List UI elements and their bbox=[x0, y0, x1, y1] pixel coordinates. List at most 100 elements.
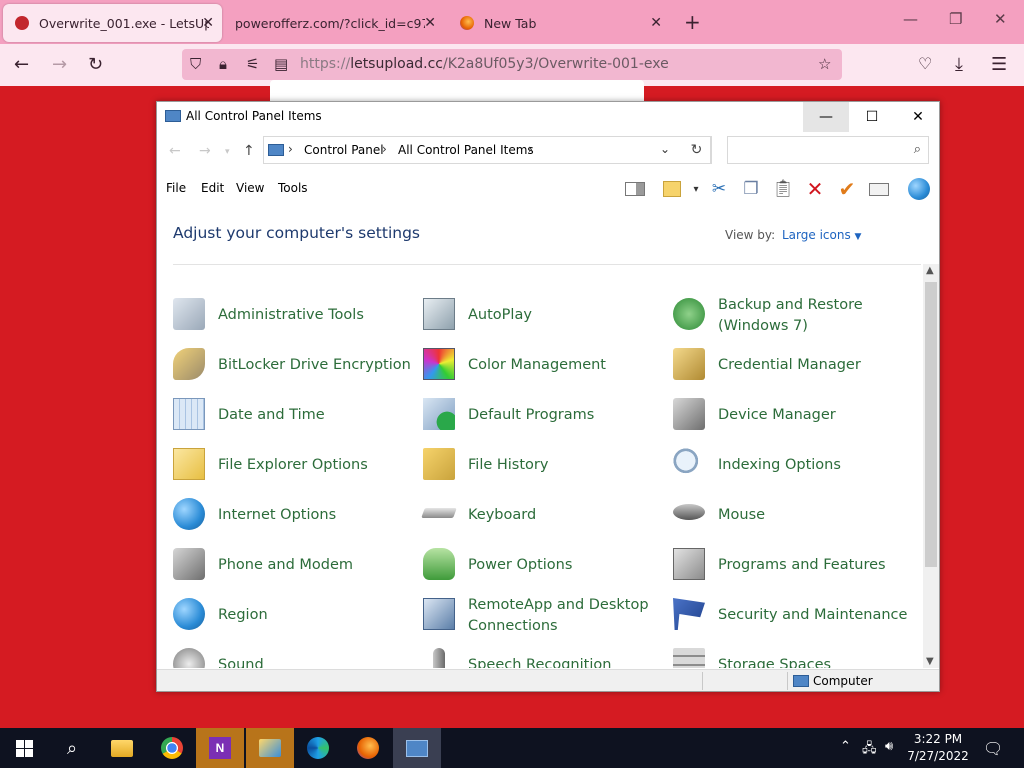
item-power-options[interactable]: Power Options bbox=[423, 544, 668, 588]
menu-tools[interactable]: Tools bbox=[278, 181, 308, 195]
taskbar-control-panel[interactable] bbox=[393, 728, 441, 768]
volume-icon[interactable]: 🔊︎ bbox=[885, 739, 893, 754]
item-sound[interactable]: Sound bbox=[173, 644, 418, 668]
breadcrumb-control-panel[interactable]: Control Panel bbox=[304, 143, 384, 157]
taskbar-clock[interactable]: 3:22 PM 7/27/2022 bbox=[900, 731, 976, 765]
folder-options-dropdown-icon[interactable]: ▾ bbox=[690, 179, 702, 199]
item-administrative-tools[interactable]: Administrative Tools bbox=[173, 294, 418, 338]
taskbar-edge[interactable] bbox=[294, 728, 342, 768]
folder-options-icon[interactable] bbox=[661, 179, 683, 199]
item-security-and-maintenance[interactable]: Security and Maintenance bbox=[673, 594, 918, 638]
browser-close-button[interactable]: ✕ bbox=[994, 10, 1007, 28]
address-dropdown-icon[interactable]: ⌄ bbox=[660, 142, 670, 156]
view-by-dropdown[interactable]: Large icons ▼ bbox=[782, 228, 861, 242]
action-center-icon[interactable]: 🗨︎ bbox=[983, 739, 1003, 758]
breadcrumb-separator-icon[interactable]: › bbox=[528, 142, 533, 156]
breadcrumb-separator-icon[interactable]: › bbox=[382, 142, 387, 156]
tab-close-icon[interactable]: ✕ bbox=[202, 15, 214, 31]
properties-check-icon[interactable]: ✔ bbox=[836, 177, 858, 201]
taskbar-search-button[interactable]: ⌕ bbox=[48, 728, 96, 768]
item-phone-and-modem[interactable]: Phone and Modem bbox=[173, 544, 418, 588]
recent-locations-icon[interactable]: ▾ bbox=[225, 147, 230, 157]
search-input[interactable]: ⌕ bbox=[727, 136, 929, 164]
breadcrumb-separator-icon[interactable]: › bbox=[288, 142, 293, 156]
bookmark-star-icon[interactable]: ☆ bbox=[818, 55, 831, 73]
page-heading: Adjust your computer's settings bbox=[173, 224, 420, 242]
item-autoplay[interactable]: AutoPlay bbox=[423, 294, 668, 338]
taskbar-chrome[interactable] bbox=[148, 728, 196, 768]
new-tab-button[interactable]: + bbox=[684, 10, 701, 34]
item-storage-spaces[interactable]: Storage Spaces bbox=[673, 644, 918, 668]
item-remoteapp[interactable]: RemoteApp and Desktop Connections bbox=[423, 594, 668, 638]
search-icon[interactable]: ⌕ bbox=[914, 142, 921, 157]
item-file-history[interactable]: File History bbox=[423, 444, 668, 488]
item-indexing-options[interactable]: Indexing Options bbox=[673, 444, 918, 488]
menu-edit[interactable]: Edit bbox=[201, 181, 224, 195]
tab-new-tab[interactable]: New Tab ✕ bbox=[448, 4, 670, 42]
breadcrumb-all-items[interactable]: All Control Panel Items bbox=[398, 143, 534, 157]
pocket-icon[interactable]: ♡ bbox=[918, 54, 932, 73]
item-region[interactable]: Region bbox=[173, 594, 418, 638]
cut-icon[interactable]: ✂ bbox=[708, 179, 730, 199]
maximize-button[interactable]: ☐ bbox=[849, 102, 895, 132]
download-icon[interactable]: ⤓ bbox=[955, 54, 963, 75]
window-title-bar[interactable]: All Control Panel Items — ☐ ✕ bbox=[157, 102, 939, 132]
tab-close-icon[interactable]: ✕ bbox=[424, 15, 436, 31]
scroll-down-icon[interactable]: ▼ bbox=[926, 656, 934, 667]
start-button[interactable] bbox=[0, 728, 48, 768]
up-icon[interactable]: ↑ bbox=[243, 143, 255, 159]
close-button[interactable]: ✕ bbox=[895, 102, 941, 132]
item-file-explorer-options[interactable]: File Explorer Options bbox=[173, 444, 418, 488]
scroll-up-icon[interactable]: ▲ bbox=[926, 265, 934, 276]
tab-letsupload[interactable]: Overwrite_001.exe - LetsUpload ✕ bbox=[3, 4, 222, 42]
item-default-programs[interactable]: Default Programs bbox=[423, 394, 668, 438]
paste-icon[interactable]: 📋︎ bbox=[772, 179, 794, 199]
lock-icon[interactable]: 🔒︎ bbox=[219, 55, 227, 73]
taskbar-photos[interactable] bbox=[246, 728, 294, 768]
menu-view[interactable]: View bbox=[236, 181, 264, 195]
minimize-button[interactable]: — bbox=[803, 102, 849, 132]
back-icon[interactable]: ← bbox=[14, 54, 29, 75]
scrollbar-thumb[interactable] bbox=[925, 282, 937, 567]
taskbar-onenote[interactable]: N bbox=[196, 728, 244, 768]
network-icon[interactable]: 🖧︎ bbox=[862, 739, 877, 761]
email-icon[interactable] bbox=[868, 179, 890, 199]
delete-icon[interactable]: ✕ bbox=[804, 177, 826, 201]
forward-icon[interactable]: → bbox=[52, 54, 67, 75]
item-backup-and-restore[interactable]: Backup and Restore (Windows 7) bbox=[673, 294, 918, 338]
browser-restore-button[interactable]: ❐ bbox=[949, 10, 962, 28]
item-bitlocker[interactable]: BitLocker Drive Encryption bbox=[173, 344, 418, 388]
back-icon[interactable]: ← bbox=[169, 143, 181, 159]
browser-minimize-button[interactable]: — bbox=[903, 10, 918, 28]
item-keyboard[interactable]: Keyboard bbox=[421, 494, 668, 538]
clock-date: 7/27/2022 bbox=[907, 749, 969, 763]
forward-icon[interactable]: → bbox=[199, 143, 211, 159]
taskbar-file-explorer[interactable] bbox=[98, 728, 146, 768]
tab-poweroffer[interactable]: poweroffer­z.com/?click_id=c97022 ✕ bbox=[226, 4, 444, 42]
copy-icon[interactable]: ❐ bbox=[740, 179, 762, 199]
menu-file[interactable]: File bbox=[166, 181, 186, 195]
preview-pane-icon[interactable] bbox=[624, 179, 646, 199]
item-credential-manager[interactable]: Credential Manager bbox=[673, 344, 918, 388]
tab-close-icon[interactable]: ✕ bbox=[650, 15, 662, 31]
url-bar[interactable]: ⛉ 🔒︎ ⚟ ▤ https://letsupload.cc/K2a8Uf05y… bbox=[182, 49, 842, 80]
item-device-manager[interactable]: Device Manager bbox=[673, 394, 918, 438]
menu-icon[interactable]: ☰ bbox=[991, 54, 1007, 75]
reload-icon[interactable]: ↻ bbox=[88, 54, 103, 75]
item-mouse[interactable]: Mouse bbox=[673, 494, 918, 538]
globe-icon[interactable] bbox=[906, 178, 932, 200]
item-internet-options[interactable]: Internet Options bbox=[173, 494, 418, 538]
item-color-management[interactable]: Color Management bbox=[423, 344, 668, 388]
vertical-scrollbar[interactable]: ▲ ▼ bbox=[923, 264, 939, 668]
chrome-icon bbox=[161, 737, 183, 759]
address-bar[interactable]: › Control Panel › All Control Panel Item… bbox=[263, 136, 711, 164]
permissions-icon[interactable]: ⚟ bbox=[246, 55, 259, 73]
show-hidden-icons-chevron[interactable]: ⌃ bbox=[840, 739, 851, 754]
shield-icon[interactable]: ⛉ bbox=[190, 55, 201, 73]
reader-icon[interactable]: ▤ bbox=[274, 55, 288, 73]
item-date-and-time[interactable]: Date and Time bbox=[173, 394, 418, 438]
refresh-button[interactable]: ↻ bbox=[682, 136, 712, 164]
taskbar-firefox[interactable] bbox=[344, 728, 392, 768]
item-speech-recognition[interactable]: Speech Recognition bbox=[423, 644, 668, 668]
item-programs-and-features[interactable]: Programs and Features bbox=[673, 544, 918, 588]
